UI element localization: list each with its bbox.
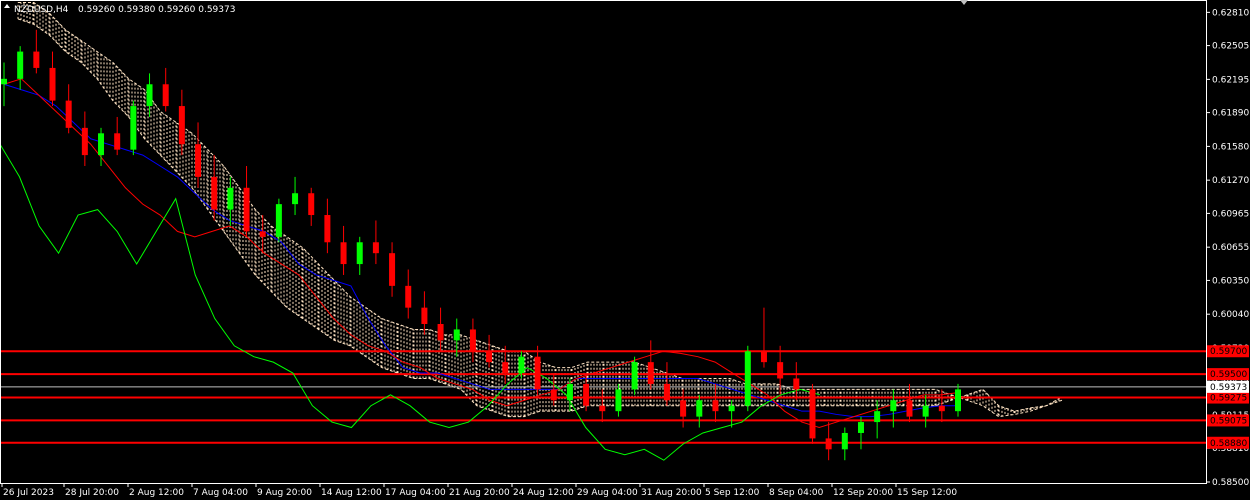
x-tick-label: 15 Sep 12:00	[897, 488, 957, 498]
x-tick-label: 5 Sep 12:00	[705, 488, 760, 498]
candle-bull	[292, 193, 299, 205]
candle-bear	[760, 351, 767, 363]
x-tick-label: 9 Aug 20:00	[257, 488, 312, 498]
candle-bear	[906, 400, 913, 417]
candle-bear	[437, 323, 444, 341]
candle-bear	[712, 400, 719, 412]
candle-bull	[146, 84, 153, 107]
candle-bull	[98, 133, 105, 156]
chart-background	[0, 0, 1250, 500]
candle-bear	[777, 362, 784, 379]
y-tick-label: 0.58500	[1212, 478, 1249, 488]
candle-bull	[890, 400, 897, 412]
candle-bull	[1, 78, 7, 85]
candle-bear	[81, 127, 88, 156]
candle-bull	[874, 411, 881, 423]
candle-bear	[421, 307, 428, 324]
candle-bear	[33, 51, 40, 68]
level-label: 0.59700	[1210, 347, 1247, 357]
candle-bull	[227, 187, 234, 210]
x-tick-label: 12 Sep 20:00	[833, 488, 893, 498]
candle-bear	[502, 362, 509, 374]
candle-bear	[49, 67, 56, 101]
candle-bear	[178, 106, 185, 145]
x-tick-label: 8 Sep 04:00	[769, 488, 824, 498]
candle-bull	[728, 405, 735, 412]
candle-bull	[696, 400, 703, 417]
candle-bull	[955, 389, 961, 412]
y-tick-label: 0.62810	[1212, 8, 1249, 18]
candle-bull	[17, 51, 24, 79]
candle-bull	[922, 405, 929, 417]
candle-bull	[566, 383, 573, 401]
x-tick-label: 14 Aug 12:00	[321, 488, 382, 498]
candle-bear	[259, 231, 266, 237]
candle-bear	[65, 100, 72, 128]
candle-bear	[162, 84, 169, 107]
candle-bull	[356, 242, 363, 265]
candle-bear	[372, 242, 379, 254]
candle-bear	[486, 351, 493, 363]
candle-bear	[308, 193, 315, 216]
candle-bear	[825, 438, 832, 450]
x-tick-label: 21 Aug 20:00	[449, 488, 510, 498]
candle-bear	[324, 215, 331, 243]
x-tick-label: 17 Aug 04:00	[385, 488, 446, 498]
y-tick-label: 0.62505	[1212, 42, 1249, 52]
x-tick-label: 7 Aug 04:00	[193, 488, 248, 498]
y-tick-label: 0.60040	[1212, 310, 1249, 320]
candle-bear	[583, 383, 590, 406]
ohlc-readout: 0.59260 0.59380 0.59260 0.59373	[78, 5, 235, 15]
candle-bear	[938, 405, 945, 412]
candle-bear	[550, 389, 557, 401]
y-tick-label: 0.61890	[1212, 109, 1249, 119]
symbol-timeframe: NZDUSD,H4	[14, 5, 69, 15]
candle-bull	[130, 106, 137, 150]
candle-bear	[534, 356, 541, 390]
candle-bull	[841, 432, 848, 450]
y-tick-label: 0.60350	[1212, 276, 1249, 286]
candle-bear	[793, 378, 800, 390]
level-label: 0.58880	[1210, 439, 1247, 449]
current-price-label: 0.59373	[1210, 383, 1247, 393]
y-tick-label: 0.62195	[1212, 75, 1249, 85]
candle-bear	[211, 176, 218, 210]
price-chart[interactable]: 0.62810 0.62505 0.62195 0.61890 0.61580 0.612…	[0, 0, 1250, 500]
candle-bear	[405, 285, 412, 308]
candle-bear	[809, 389, 816, 439]
candle-bull	[453, 329, 460, 341]
candle-bear	[195, 144, 202, 177]
candle-bull	[275, 204, 282, 237]
x-tick-label: 26 Jul 2023	[3, 488, 54, 498]
candle-bear	[389, 253, 396, 286]
x-tick-label: 31 Aug 20:00	[641, 488, 702, 498]
candle-bear	[340, 242, 347, 265]
candle-bull	[744, 351, 751, 406]
y-tick-label: 0.61270	[1212, 176, 1249, 186]
candle-bear	[243, 187, 250, 232]
candle-bear	[647, 362, 654, 384]
y-tick-label: 0.60655	[1212, 243, 1249, 253]
y-tick-label: 0.61580	[1212, 142, 1249, 152]
x-tick-label: 24 Aug 12:00	[513, 488, 574, 498]
candle-bull	[631, 362, 638, 390]
candle-bear	[663, 383, 670, 401]
candle-bull	[518, 356, 525, 374]
candle-bear	[680, 400, 687, 417]
candle-bear	[469, 329, 476, 352]
candle-bear	[599, 405, 606, 412]
candle-bear	[114, 133, 121, 150]
x-tick-label: 29 Aug 04:00	[577, 488, 638, 498]
y-tick-label: 0.60965	[1212, 209, 1249, 219]
level-label: 0.59500	[1210, 370, 1247, 380]
candle-bull	[615, 389, 622, 412]
x-tick-label: 2 Aug 12:00	[129, 488, 184, 498]
level-label: 0.59075	[1210, 416, 1247, 426]
chart-header: NZDUSD,H4 0.59260 0.59380 0.59260 0.5937…	[4, 4, 235, 15]
level-label: 0.59275	[1210, 394, 1247, 404]
candle-bull	[857, 422, 864, 433]
x-tick-label: 28 Jul 20:00	[65, 488, 119, 498]
